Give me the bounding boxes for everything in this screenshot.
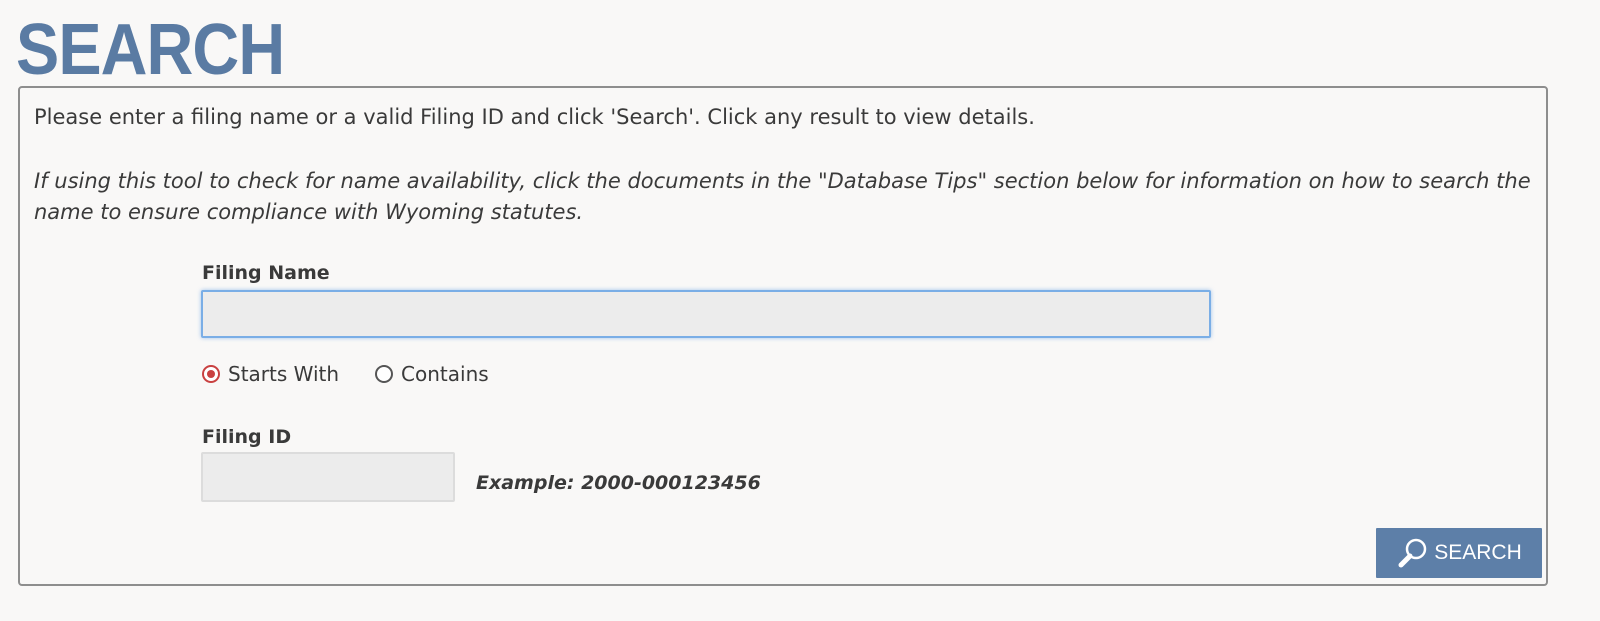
magnifier-icon: [1396, 536, 1430, 570]
page-title: SEARCH: [16, 10, 285, 90]
radio-contains[interactable]: Contains: [375, 362, 489, 386]
radio-contains-label: Contains: [401, 362, 489, 386]
radio-starts-with-label: Starts With: [228, 362, 340, 386]
radio-contains-button[interactable]: [375, 365, 394, 383]
search-button-label: SEARCH: [1434, 541, 1522, 564]
search-panel: Please enter a filing name or a valid Fi…: [18, 86, 1548, 586]
radio-starts-with[interactable]: Starts With: [202, 362, 339, 386]
search-button[interactable]: SEARCH: [1376, 528, 1542, 578]
filing-id-input[interactable]: [201, 452, 455, 502]
filing-name-label: Filing Name: [202, 262, 330, 284]
radio-starts-with-button[interactable]: [202, 365, 220, 383]
filing-id-example: Example: 2000-000123456: [476, 472, 761, 494]
filing-name-input[interactable]: [201, 290, 1211, 338]
filing-id-label: Filing ID: [202, 426, 292, 448]
match-mode-radio-group: Starts With Contains: [202, 360, 525, 388]
intro-text: Please enter a filing name or a valid Fi…: [34, 105, 1035, 129]
name-availability-tip: If using this tool to check for name ava…: [34, 169, 1531, 224]
